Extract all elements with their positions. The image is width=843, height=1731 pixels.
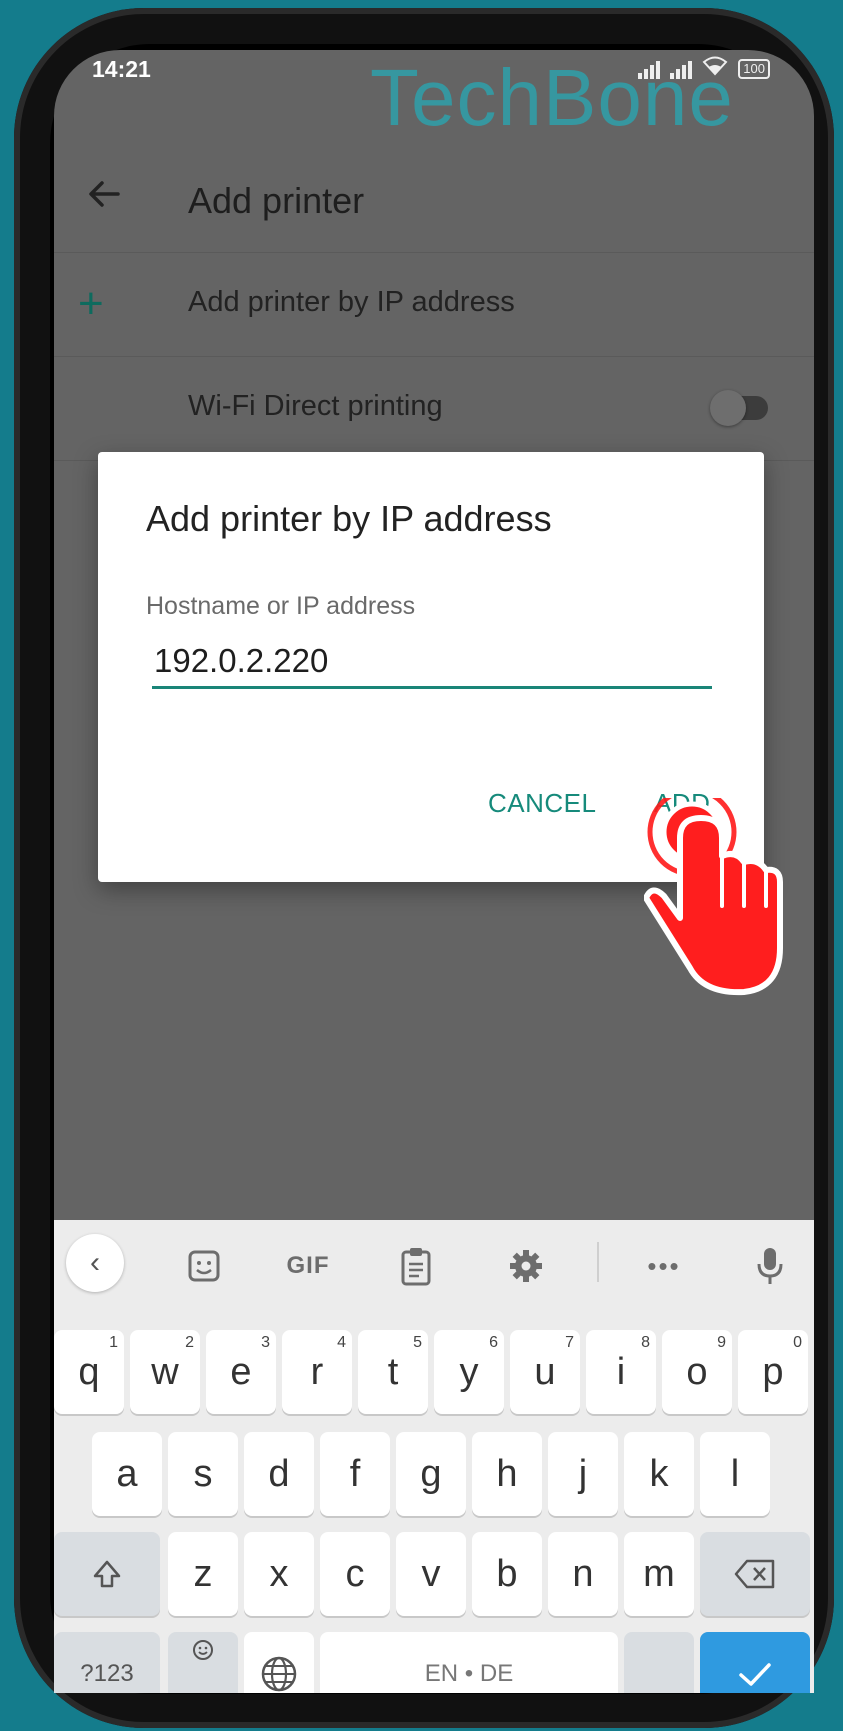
key-a[interactable]: a: [92, 1432, 162, 1516]
wifi-direct-label: Wi-Fi Direct printing: [188, 390, 443, 422]
key-hint: 4: [337, 1334, 346, 1351]
dialog-title: Add printer by IP address: [146, 498, 552, 539]
add-printer-by-ip-row[interactable]: + Add printer by IP address: [54, 252, 814, 357]
key-u[interactable]: u7: [510, 1330, 580, 1414]
key-h[interactable]: h: [472, 1432, 542, 1516]
key-z[interactable]: z: [168, 1532, 238, 1616]
hostname-input[interactable]: [152, 636, 712, 689]
key-hint: 3: [261, 1334, 270, 1351]
key-e[interactable]: e3: [206, 1330, 276, 1414]
toolbar-divider: [597, 1242, 599, 1282]
back-arrow-icon[interactable]: [84, 174, 124, 214]
key-hint: 2: [185, 1334, 194, 1351]
key-d[interactable]: d: [244, 1432, 314, 1516]
key-label: i: [616, 1350, 626, 1393]
key-s[interactable]: s: [168, 1432, 238, 1516]
key-label: t: [387, 1350, 399, 1393]
key-label: r: [310, 1350, 324, 1393]
key-x[interactable]: x: [244, 1532, 314, 1616]
app-bar: Add printer: [54, 102, 814, 253]
key-p[interactable]: p0: [738, 1330, 808, 1414]
shift-key[interactable]: [54, 1532, 160, 1616]
key-label: q: [78, 1350, 100, 1393]
emoji-icon: [193, 1640, 213, 1660]
key-label: e: [230, 1350, 252, 1393]
enter-key[interactable]: [700, 1632, 810, 1693]
key-hint: 5: [413, 1334, 422, 1351]
key-hint: 9: [717, 1334, 726, 1351]
space-key[interactable]: EN • DE: [320, 1632, 618, 1693]
key-v[interactable]: v: [396, 1532, 466, 1616]
key-j[interactable]: j: [548, 1432, 618, 1516]
key-label: u: [534, 1350, 556, 1393]
key-label: w: [151, 1350, 179, 1393]
key-hint: 7: [565, 1334, 574, 1351]
soft-keyboard: ‹ GIF ••• q1 w2 e3 r4 t5 y6 u7 i8 o9 p 0…: [54, 1220, 814, 1693]
key-hint: 0: [793, 1334, 802, 1351]
wifi-direct-row[interactable]: Wi-Fi Direct printing: [54, 356, 814, 461]
key-b[interactable]: b: [472, 1532, 542, 1616]
key-t[interactable]: t5: [358, 1330, 428, 1414]
key-label: y: [459, 1350, 479, 1393]
status-time: 14:21: [92, 56, 151, 82]
checkmark-icon: [739, 1663, 771, 1686]
key-label: o: [686, 1350, 708, 1393]
key-k[interactable]: k: [624, 1432, 694, 1516]
backspace-icon: [734, 1559, 775, 1589]
period-key[interactable]: [624, 1632, 694, 1693]
key-hint: 1: [109, 1334, 118, 1351]
key-w[interactable]: w2: [130, 1330, 200, 1414]
key-o[interactable]: o9: [662, 1330, 732, 1414]
add-printer-by-ip-label: Add printer by IP address: [188, 286, 515, 318]
sticker-icon[interactable]: [176, 1238, 232, 1294]
shift-arrow-icon: [93, 1560, 121, 1588]
key-g[interactable]: g: [396, 1432, 466, 1516]
key-r[interactable]: r4: [282, 1330, 352, 1414]
gear-icon[interactable]: [498, 1238, 554, 1294]
key-hint: 8: [641, 1334, 650, 1351]
tap-hand-icon: [644, 798, 783, 996]
wifi-direct-toggle[interactable]: [710, 390, 768, 426]
page-title: Add printer: [188, 180, 365, 221]
numbers-key[interactable]: ?123: [54, 1632, 160, 1693]
chevron-left-icon[interactable]: ‹: [66, 1234, 124, 1292]
more-icon[interactable]: •••: [636, 1238, 692, 1294]
key-m[interactable]: m: [624, 1532, 694, 1616]
key-i[interactable]: i8: [586, 1330, 656, 1414]
globe-key[interactable]: [244, 1632, 314, 1693]
plus-icon: +: [78, 279, 104, 328]
screen: 14:21 100 TechBone Add printer + Add pri…: [54, 50, 814, 1693]
emoji-key[interactable]: [168, 1632, 238, 1693]
backspace-key[interactable]: [700, 1532, 810, 1616]
key-q[interactable]: q1: [54, 1330, 124, 1414]
key-f[interactable]: f: [320, 1432, 390, 1516]
keyboard-toolbar: ‹ GIF •••: [54, 1220, 814, 1300]
clipboard-icon[interactable]: [388, 1238, 444, 1294]
key-hint: 6: [489, 1334, 498, 1351]
key-l[interactable]: l: [700, 1432, 770, 1516]
gif-button[interactable]: GIF: [280, 1238, 336, 1294]
hostname-field-label: Hostname or IP address: [146, 592, 416, 620]
globe-icon: [261, 1656, 297, 1692]
microphone-icon[interactable]: [742, 1238, 798, 1294]
key-c[interactable]: c: [320, 1532, 390, 1616]
cancel-button[interactable]: CANCEL: [488, 788, 596, 819]
key-y[interactable]: y6: [434, 1330, 504, 1414]
key-label: p: [762, 1350, 784, 1393]
toggle-knob: [710, 390, 746, 426]
key-n[interactable]: n: [548, 1532, 618, 1616]
battery-icon: 100: [738, 59, 770, 79]
